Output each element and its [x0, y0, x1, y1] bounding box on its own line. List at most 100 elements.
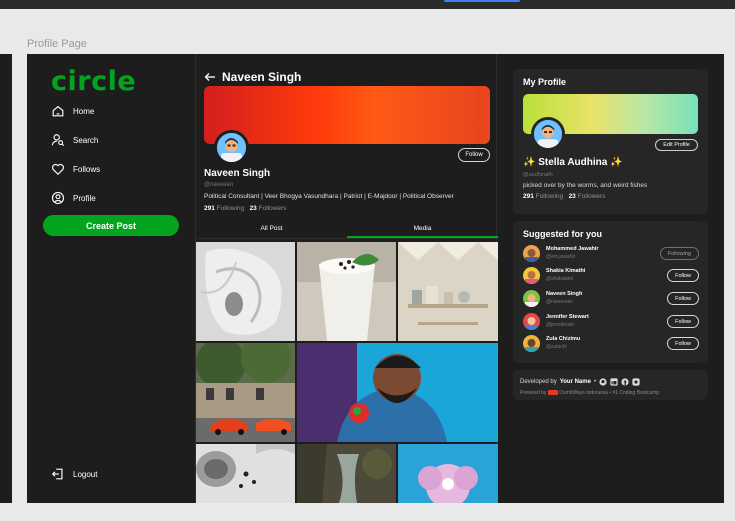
linkedin-icon[interactable]: [610, 378, 618, 386]
sidebar-item-home[interactable]: Home: [51, 104, 94, 118]
suggested-handle: @shakiakim: [546, 276, 574, 282]
followers-count[interactable]: 23: [250, 205, 257, 212]
follow-button[interactable]: Follow: [667, 337, 699, 350]
sidebar-item-label: Profile: [73, 193, 96, 203]
tab-all-post[interactable]: All Post: [196, 222, 347, 238]
page-title: Naveen Singh: [204, 70, 301, 84]
separator-dot: •: [593, 379, 597, 385]
sparkle-icon: ✨: [610, 157, 623, 168]
red-cars-street-photo[interactable]: [196, 343, 295, 442]
avatar[interactable]: [523, 245, 540, 262]
profile-bio: Political Consultant | Veer Bhogya Vasun…: [204, 193, 454, 200]
suggested-name[interactable]: Shakia Kimathi: [546, 268, 585, 274]
footer-card: Developed by Your Name • Powered by Dumb…: [513, 370, 708, 400]
dumbways-logo-icon: [547, 390, 558, 396]
logout-icon: [51, 468, 63, 480]
developed-by-label: Developed by: [520, 379, 557, 385]
follow-button[interactable]: Follow: [458, 148, 490, 162]
suggested-name[interactable]: Zula Chizimu: [546, 336, 580, 342]
company-name: DumbWays Indonesia: [559, 390, 608, 396]
my-profile-handle: @audhinafh: [523, 172, 553, 178]
list-item: Jennifer Stewart @jenniferste Follow: [523, 312, 699, 332]
my-profile-stats: 291 Following 23 Followers: [523, 193, 605, 200]
window-top-bar: [0, 0, 735, 9]
following-button[interactable]: Following: [659, 247, 699, 260]
list-item: Shakia Kimathi @shakiakim Follow: [523, 266, 699, 286]
profile-name: Naveen Singh: [204, 168, 271, 179]
sidebar-item-label: Follows: [73, 164, 101, 174]
create-post-button[interactable]: Create Post: [43, 215, 179, 236]
milkshake-photo[interactable]: [297, 242, 396, 341]
my-profile-name-line: ✨ Stella Audhina ✨: [523, 157, 623, 168]
list-item: Zula Chizimu @zulachi Follow: [523, 334, 699, 354]
follow-button[interactable]: Follow: [667, 315, 699, 328]
top-accent-indicator: [444, 0, 520, 2]
my-followers-label[interactable]: Followers: [578, 193, 606, 200]
search-user-icon: [51, 134, 65, 147]
sidebar-item-follows[interactable]: Follows: [51, 162, 100, 176]
profile-icon: [51, 191, 65, 205]
back-arrow-icon[interactable]: [204, 71, 216, 83]
my-avatar: [531, 117, 565, 151]
avatar[interactable]: [523, 267, 540, 284]
logout-label: Logout: [73, 469, 98, 479]
my-followers-count[interactable]: 23: [569, 193, 576, 200]
my-following-label[interactable]: Following: [536, 193, 563, 200]
suggested-name[interactable]: Jennifer Stewart: [546, 314, 589, 320]
heart-icon: [52, 163, 64, 176]
powered-by-label: Powered by: [520, 390, 547, 396]
home-icon: [52, 105, 64, 117]
frame-label: Profile Page: [27, 38, 87, 50]
my-following-count[interactable]: 291: [523, 193, 534, 200]
suggested-handle: @jenniferste: [546, 322, 575, 328]
logo[interactable]: circle: [51, 66, 136, 97]
instagram-icon[interactable]: [632, 378, 640, 386]
profile-handle: @naveeen: [204, 182, 234, 188]
sidebar-item-label: Search: [73, 135, 99, 145]
developed-by-line: Developed by Your Name •: [520, 378, 640, 386]
profile-tabs: All Post Media: [196, 222, 498, 239]
suggested-handle: @em.jawahir: [546, 254, 576, 260]
suggested-handle: @zulachi: [546, 344, 567, 350]
forest-waterfall-photo[interactable]: [297, 444, 396, 503]
sidebar-item-search[interactable]: Search: [51, 133, 98, 147]
follow-button[interactable]: Follow: [667, 269, 699, 282]
powered-by-line: Powered by DumbWays Indonesia • #1 Codin…: [520, 390, 659, 396]
profile-cover: [204, 86, 490, 144]
suggested-card: Suggested for you Mohammed Jawahir @em.j…: [513, 221, 708, 363]
pink-flower-photo[interactable]: [398, 444, 498, 503]
list-item: Mohammed Jawahir @em.jawahir Following: [523, 244, 699, 264]
colorful-portrait-photo[interactable]: [297, 343, 498, 442]
kitchen-shelf-photo[interactable]: [398, 242, 498, 341]
my-profile-card: My Profile Edit Profile ✨ Stella Audhina…: [513, 69, 708, 214]
profile-page-frame: circle Home Search Follows Profile Creat…: [27, 54, 724, 503]
suggested-name[interactable]: Mohammed Jawahir: [546, 246, 599, 252]
following-count[interactable]: 291: [204, 205, 215, 212]
edit-profile-button[interactable]: Edit Profile: [655, 139, 698, 151]
avatar: [214, 130, 249, 165]
page-title-text: Naveen Singh: [222, 70, 302, 84]
sidebar: circle Home Search Follows Profile Creat…: [27, 54, 195, 503]
profile-stats: 291 Following 23 Followers: [204, 205, 286, 212]
sidebar-item-label: Home: [73, 106, 95, 116]
marble-face-photo[interactable]: [196, 242, 295, 341]
avatar[interactable]: [523, 290, 540, 307]
followers-label[interactable]: Followers: [259, 205, 287, 212]
silver-bowl-photo[interactable]: [196, 444, 295, 503]
follow-button[interactable]: Follow: [667, 292, 699, 305]
sparkle-icon: ✨: [523, 157, 536, 168]
list-item: Naveen Singh @naveeeen Follow: [523, 289, 699, 309]
github-icon[interactable]: [599, 378, 607, 386]
suggested-title: Suggested for you: [523, 229, 603, 239]
avatar[interactable]: [523, 313, 540, 330]
tab-media[interactable]: Media: [347, 222, 498, 238]
avatar[interactable]: [523, 335, 540, 352]
following-label[interactable]: Following: [217, 205, 244, 212]
sidebar-item-profile[interactable]: Profile: [51, 191, 96, 205]
facebook-icon[interactable]: [621, 378, 629, 386]
program-tagline: • #1 Coding Bootcamp: [609, 390, 660, 396]
logout-button[interactable]: Logout: [51, 467, 97, 481]
developer-name: Your Name: [559, 379, 591, 385]
suggested-name[interactable]: Naveen Singh: [546, 291, 582, 297]
my-profile-title: My Profile: [523, 77, 567, 87]
